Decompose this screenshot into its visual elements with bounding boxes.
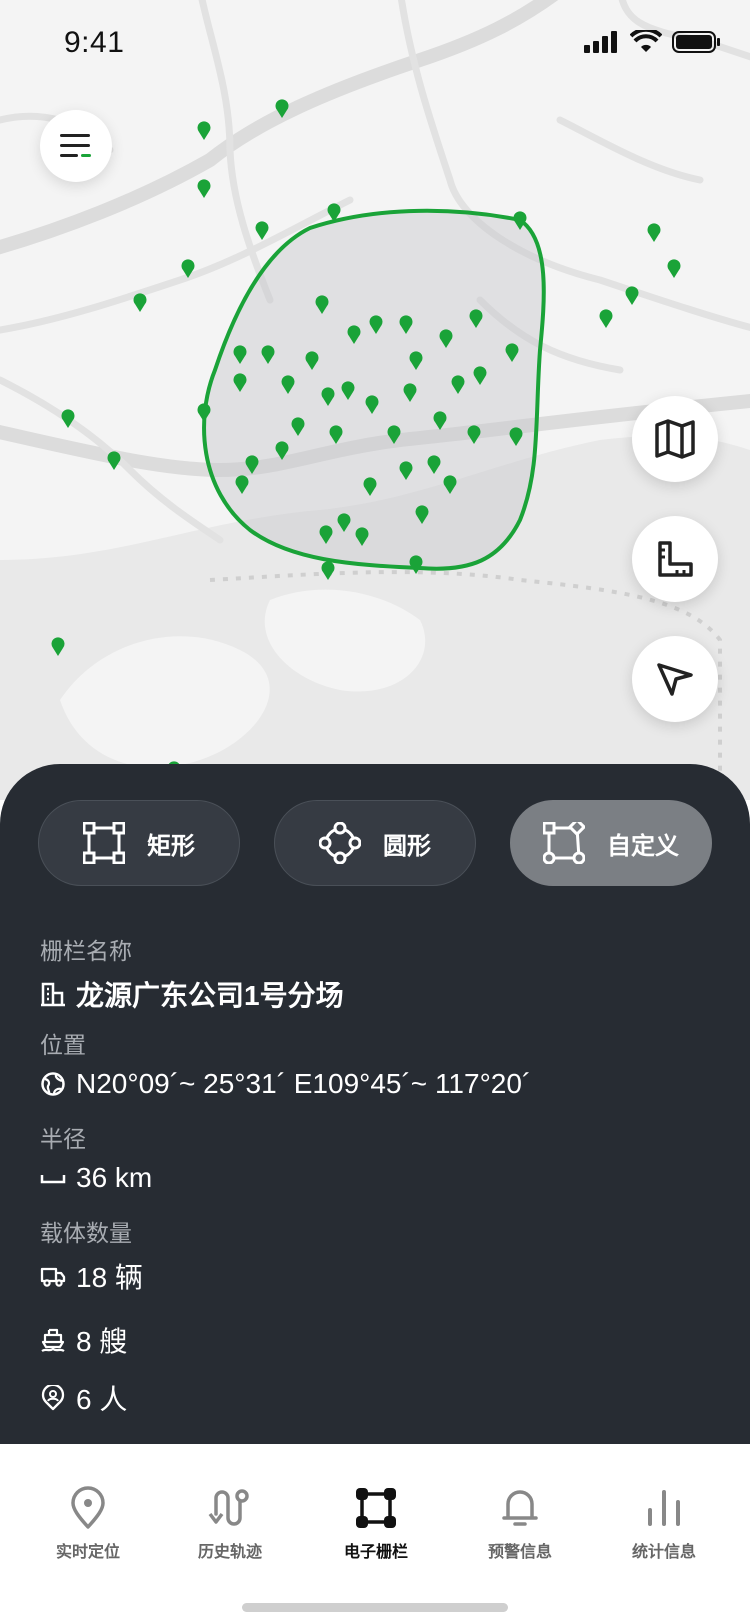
carriers-section: 载体数量 18 辆 <box>40 1214 143 1296</box>
tab-label: 预警信息 <box>487 1544 552 1561</box>
rectangle-icon <box>83 822 125 864</box>
location-section: 位置 N20°09´~ 25°31´ E109°45´~ 117°20´ <box>40 1026 531 1100</box>
map-marker[interactable] <box>133 293 147 312</box>
tab-label: 统计信息 <box>631 1544 696 1561</box>
map-layer-button[interactable] <box>632 396 718 482</box>
tab-bar: 实时定位 历史轨迹 电子栅栏 预警信息 统计信息 <box>0 1444 750 1624</box>
ruler-icon <box>658 541 693 577</box>
radius-label: 半径 <box>40 1126 86 1152</box>
tab-label: 实时定位 <box>55 1544 120 1561</box>
custom-shape-icon <box>543 822 585 864</box>
fence-type-label: 矩形 <box>147 832 195 860</box>
home-indicator <box>242 1603 508 1612</box>
map-marker[interactable] <box>625 286 639 305</box>
tab-history-track[interactable]: 历史轨迹 <box>170 1486 290 1562</box>
status-icons <box>584 30 722 54</box>
bar-chart-icon <box>648 1490 680 1526</box>
tab-e-fence[interactable]: 电子栅栏 <box>316 1486 436 1562</box>
fence-icon <box>356 1488 396 1528</box>
menu-button[interactable] <box>40 110 112 182</box>
ships-row: 8 艘 <box>40 1312 127 1360</box>
locate-button[interactable] <box>632 636 718 722</box>
fence-type-circle[interactable]: 圆形 <box>274 800 476 886</box>
tab-alerts[interactable]: 预警信息 <box>460 1486 580 1562</box>
ships-count: 8 艘 <box>76 1326 128 1357</box>
signal-icon <box>584 31 617 53</box>
map-marker[interactable] <box>197 179 211 198</box>
people-row: 6 人 <box>40 1370 127 1418</box>
route-icon <box>208 1489 249 1526</box>
navigation-arrow-icon <box>657 663 693 696</box>
person-pin-icon <box>41 1385 65 1411</box>
location-pin-icon <box>71 1486 105 1529</box>
map-marker[interactable] <box>197 121 211 140</box>
fence-type-custom[interactable]: 自定义 <box>510 800 712 886</box>
map-marker[interactable] <box>647 223 661 242</box>
radius-section: 半径 36 km <box>40 1120 152 1194</box>
fence-type-label: 圆形 <box>383 832 431 860</box>
circle-nodes-icon <box>319 822 361 864</box>
status-time: 9:41 <box>64 26 125 59</box>
globe-icon <box>41 1072 65 1096</box>
people-count: 6 人 <box>76 1384 128 1415</box>
radius-value: 36 km <box>76 1162 153 1193</box>
location-label: 位置 <box>40 1032 86 1058</box>
carriers-label: 载体数量 <box>40 1220 132 1246</box>
fence-type-label: 自定义 <box>607 832 679 860</box>
fence-name-value: 龙源广东公司1号分场 <box>76 980 344 1011</box>
map-marker[interactable] <box>599 309 613 328</box>
measure-button[interactable] <box>632 516 718 602</box>
wifi-icon <box>630 30 662 52</box>
ship-icon <box>41 1328 65 1352</box>
location-value: N20°09´~ 25°31´ E109°45´~ 117°20´ <box>76 1068 532 1099</box>
map-marker[interactable] <box>255 221 269 240</box>
map-marker[interactable] <box>107 451 121 470</box>
building-icon <box>41 982 65 1007</box>
status-bar: 9:41 <box>0 0 750 90</box>
battery-icon <box>672 31 720 53</box>
tab-label: 电子栅栏 <box>343 1544 408 1561</box>
tab-statistics[interactable]: 统计信息 <box>604 1486 724 1562</box>
fence-name-section: 栅栏名称 龙源广东公司1号分场 <box>40 932 344 1014</box>
map-icon <box>655 419 695 459</box>
fence-name-label: 栅栏名称 <box>40 938 132 964</box>
tab-realtime-location[interactable]: 实时定位 <box>28 1486 148 1562</box>
radius-icon <box>40 1175 66 1184</box>
tab-label: 历史轨迹 <box>197 1544 262 1561</box>
map-marker[interactable] <box>667 259 681 278</box>
fence-type-rectangle[interactable]: 矩形 <box>38 800 240 886</box>
menu-icon <box>60 134 91 157</box>
fence-panel: 矩形 圆形 自定义 栅栏名称 龙源广东公司1号分场 位置 N20°09´~ 25… <box>0 764 750 1444</box>
bell-icon <box>502 1490 538 1526</box>
vehicles-count: 18 辆 <box>76 1262 143 1293</box>
truck-icon <box>40 1267 66 1287</box>
